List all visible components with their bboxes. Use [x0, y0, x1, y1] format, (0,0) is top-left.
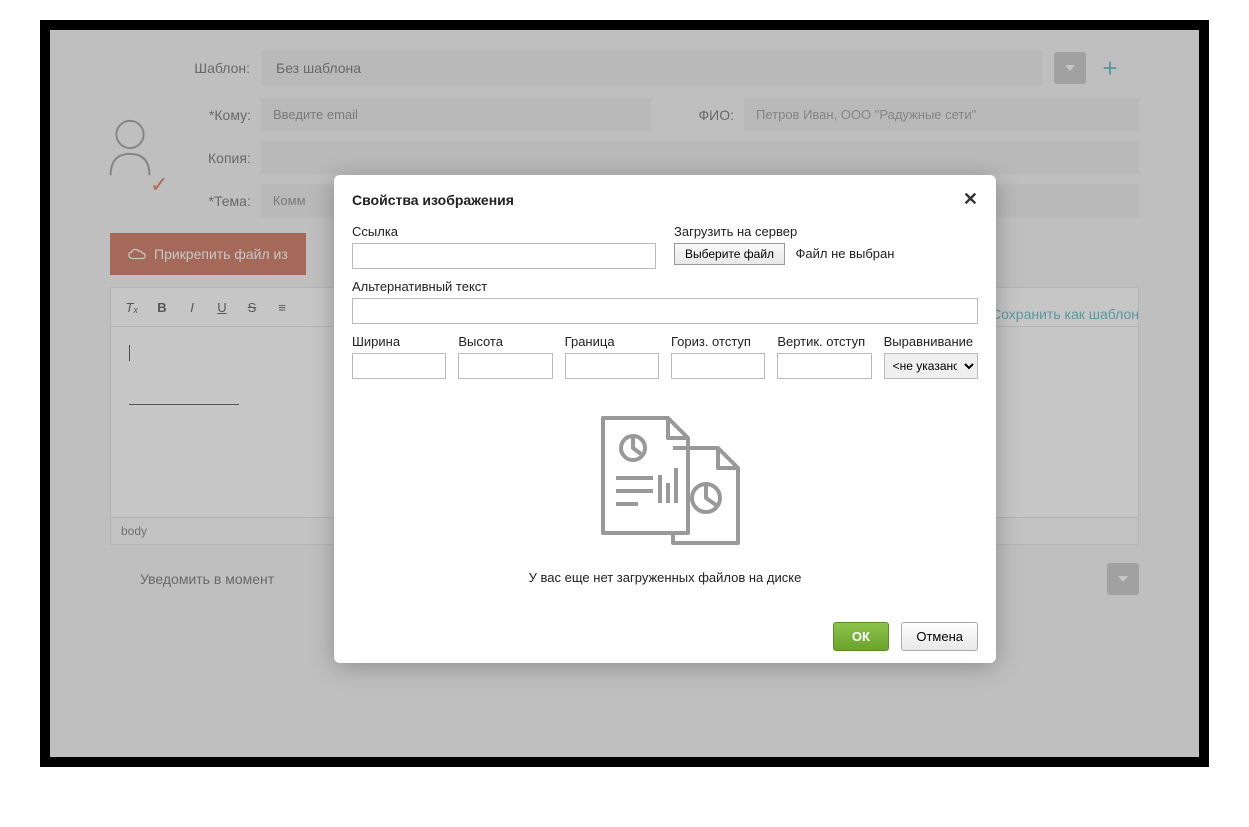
underline-button[interactable]: U — [209, 294, 235, 320]
file-status: Файл не выбран — [796, 246, 895, 261]
fio-label: ФИО: — [671, 107, 734, 123]
add-template-button[interactable]: + — [1098, 53, 1122, 84]
vspace-input[interactable] — [777, 353, 871, 379]
file-preview-icon — [578, 403, 753, 553]
align-select[interactable]: <не указано> — [884, 353, 978, 379]
height-input[interactable] — [458, 353, 552, 379]
empty-files-text: У вас еще нет загруженных файлов на диск… — [352, 570, 978, 585]
avatar: ✓ — [100, 115, 180, 188]
copy-label: Копия: — [188, 150, 251, 166]
cloud-icon — [128, 247, 146, 261]
save-template-link[interactable]: Сохранить как шаблон — [991, 306, 1139, 322]
upload-label: Загрузить на сервер — [674, 224, 978, 239]
vspace-label: Вертик. отступ — [777, 334, 871, 349]
cancel-button[interactable]: Отмена — [901, 622, 978, 651]
url-label: Ссылка — [352, 224, 656, 239]
attach-file-label: Прикрепить файл из — [154, 246, 288, 262]
notify-dropdown[interactable] — [1107, 563, 1139, 595]
strike-button[interactable]: S — [239, 294, 265, 320]
hspace-label: Гориз. отступ — [671, 334, 765, 349]
attach-file-button[interactable]: Прикрепить файл из — [110, 233, 306, 275]
border-input[interactable] — [565, 353, 659, 379]
chevron-down-icon — [1118, 576, 1128, 582]
notify-label: Уведомить в момент — [140, 571, 274, 587]
alt-text-label: Альтернативный текст — [352, 279, 978, 294]
template-dropdown-arrow[interactable] — [1054, 52, 1086, 84]
align-label: Выравнивание — [884, 334, 978, 349]
bold-button[interactable]: B — [149, 294, 175, 320]
to-input[interactable] — [261, 98, 651, 131]
dialog-title: Свойства изображения — [352, 192, 514, 208]
clear-format-button[interactable]: Tₓ — [119, 294, 145, 320]
chevron-down-icon — [1065, 65, 1075, 71]
copy-input[interactable] — [261, 141, 1139, 174]
image-properties-dialog: Свойства изображения ✕ Ссылка Загрузить … — [334, 175, 996, 663]
close-button[interactable]: ✕ — [963, 189, 978, 210]
width-input[interactable] — [352, 353, 446, 379]
url-input[interactable] — [352, 243, 656, 269]
border-label: Граница — [565, 334, 659, 349]
to-label: *Кому: — [188, 107, 251, 123]
fio-input[interactable] — [744, 98, 1139, 131]
checkmark-icon: ✓ — [150, 172, 168, 198]
template-label: Шаблон: — [110, 60, 250, 76]
align-button[interactable]: ≡ — [269, 294, 295, 320]
alt-text-input[interactable] — [352, 298, 978, 324]
choose-file-button[interactable]: Выберите файл — [674, 243, 785, 265]
width-label: Ширина — [352, 334, 446, 349]
template-select[interactable]: Без шаблона — [262, 50, 1042, 86]
subject-label: *Тема: — [188, 193, 251, 209]
hspace-input[interactable] — [671, 353, 765, 379]
height-label: Высота — [458, 334, 552, 349]
italic-button[interactable]: I — [179, 294, 205, 320]
ok-button[interactable]: ОК — [833, 622, 889, 651]
